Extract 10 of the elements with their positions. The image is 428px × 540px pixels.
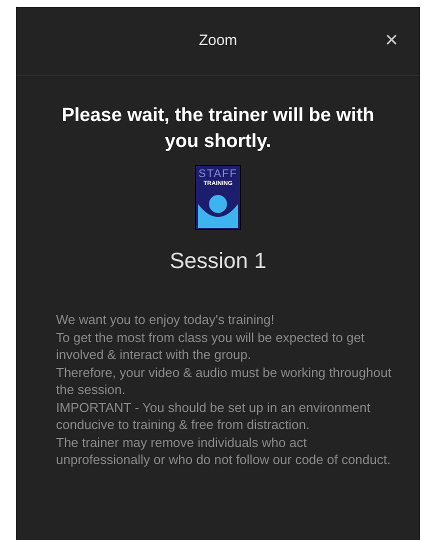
session-title: Session 1	[168, 247, 268, 275]
logo-text: STAFF	[198, 168, 238, 180]
notice-text: To get the most from class you will be expected to get involved & interact with the group.	[56, 328, 366, 364]
dialog-title: Zoom	[198, 30, 238, 51]
notice-text: We want you to enjoy today's training!	[56, 311, 276, 328]
notice-text: Therefore, your video & audio must be working throughout the session.	[56, 364, 392, 398]
close-button[interactable]: ×	[385, 29, 398, 51]
waiting-heading: Please wait, the trainer will be with you shortly.	[60, 104, 376, 154]
notice-text: IMPORTANT - You should be set up in an environment conducive to training & free from distraction.	[56, 398, 372, 434]
notice-text: The trainer may remove individuals who act unprofessionally or who do not follow our code of conduct.	[56, 434, 392, 468]
